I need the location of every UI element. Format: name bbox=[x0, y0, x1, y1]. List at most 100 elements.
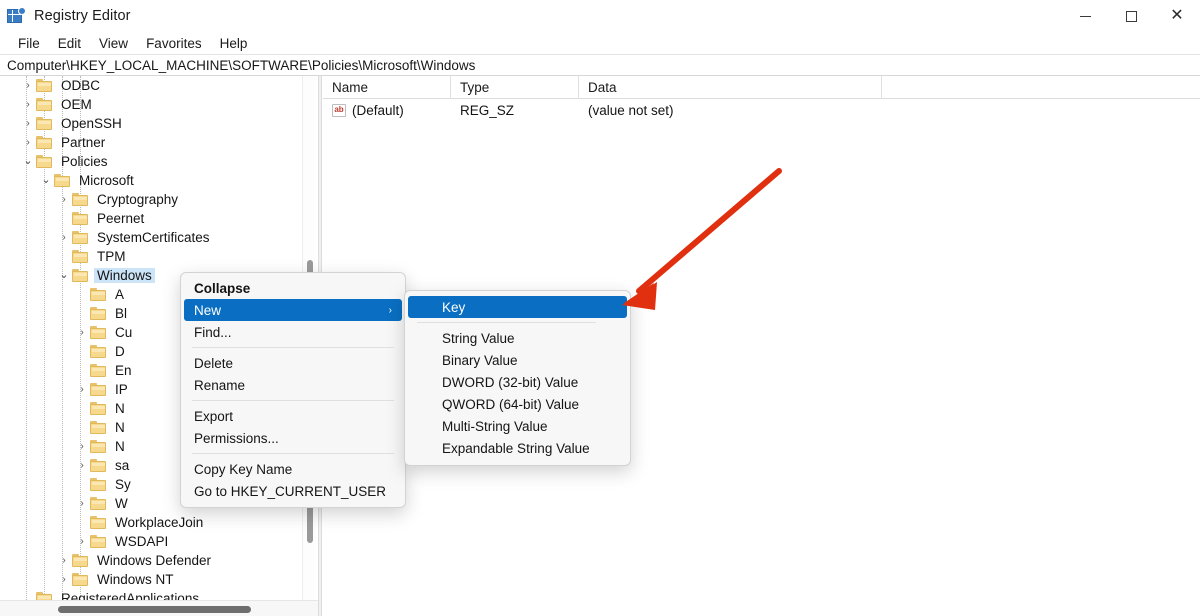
tree-item[interactable]: · TPM bbox=[0, 247, 300, 266]
table-row[interactable]: ab (Default) REG_SZ (value not set) bbox=[323, 99, 1200, 121]
context-menu[interactable]: Collapse New › Find... Delete Rename Export Per… bbox=[180, 272, 406, 508]
new-submenu[interactable]: Key String Value Binary Value DWORD (32-bit… bbox=[404, 290, 631, 466]
folder-icon bbox=[90, 497, 107, 510]
tree-item-label: N bbox=[115, 420, 125, 435]
context-menu-item-label: Export bbox=[194, 408, 234, 424]
menu-help[interactable]: Help bbox=[211, 34, 257, 53]
address-bar[interactable]: Computer\HKEY_LOCAL_MACHINE\SOFTWARE\Pol… bbox=[0, 54, 1200, 76]
chevron-right-icon[interactable]: › bbox=[20, 76, 36, 95]
tree-item[interactable]: › ODBC bbox=[0, 76, 300, 95]
folder-icon bbox=[72, 554, 89, 567]
chevron-right-icon[interactable]: › bbox=[56, 551, 72, 570]
tree-item[interactable]: ⌄ Policies bbox=[0, 152, 300, 171]
menu-separator bbox=[417, 322, 596, 323]
context-menu-item[interactable]: New › bbox=[184, 299, 402, 321]
chevron-right-icon[interactable]: › bbox=[74, 380, 90, 399]
submenu-item[interactable]: QWORD (64-bit) Value bbox=[405, 393, 630, 415]
minimize-button[interactable] bbox=[1062, 0, 1108, 32]
tree-item[interactable]: › WSDAPI bbox=[0, 532, 300, 551]
tree-item-label: Peernet bbox=[97, 211, 145, 226]
context-menu-item[interactable]: Rename bbox=[181, 374, 405, 396]
tree-item-label: Bl bbox=[115, 306, 128, 321]
context-menu-item-label: Collapse bbox=[194, 280, 251, 296]
context-menu-item[interactable]: Go to HKEY_CURRENT_USER bbox=[181, 480, 405, 502]
chevron-right-icon[interactable]: › bbox=[56, 228, 72, 247]
chevron-down-icon[interactable]: ⌄ bbox=[56, 266, 72, 285]
submenu-item[interactable]: Key bbox=[408, 296, 627, 318]
chevron-right-icon[interactable]: › bbox=[56, 570, 72, 589]
string-value-icon: ab bbox=[332, 103, 346, 117]
tree-horizontal-scrollbar[interactable] bbox=[0, 600, 318, 616]
tree-item[interactable]: › Cryptography bbox=[0, 190, 300, 209]
tree-item[interactable]: · Peernet bbox=[0, 209, 300, 228]
tree-horizontal-scroll-thumb[interactable] bbox=[58, 606, 251, 613]
folder-icon bbox=[36, 98, 53, 111]
column-header-data[interactable]: Data bbox=[579, 76, 882, 99]
context-menu-item[interactable]: Delete bbox=[181, 352, 405, 374]
chevron-right-icon[interactable]: › bbox=[74, 437, 90, 456]
chevron-placeholder-icon: · bbox=[74, 418, 90, 437]
tree-item[interactable]: › OEM bbox=[0, 95, 300, 114]
context-menu-item[interactable]: Collapse bbox=[181, 277, 405, 299]
submenu-item[interactable]: String Value bbox=[405, 327, 630, 349]
submenu-item-label: DWORD (32-bit) Value bbox=[442, 374, 579, 390]
value-name-cell: ab (Default) bbox=[323, 103, 451, 118]
menu-file[interactable]: File bbox=[9, 34, 49, 53]
context-menu-item-label: Copy Key Name bbox=[194, 461, 293, 477]
submenu-item[interactable]: Multi-String Value bbox=[405, 415, 630, 437]
submenu-item[interactable]: DWORD (32-bit) Value bbox=[405, 371, 630, 393]
context-menu-item[interactable]: Permissions... bbox=[181, 427, 405, 449]
chevron-right-icon[interactable]: › bbox=[20, 133, 36, 152]
maximize-button[interactable] bbox=[1108, 0, 1154, 32]
tree-item[interactable]: › Partner bbox=[0, 133, 300, 152]
context-menu-item-label: Delete bbox=[194, 355, 234, 371]
submenu-item[interactable]: Binary Value bbox=[405, 349, 630, 371]
tree-item[interactable]: › Windows NT bbox=[0, 570, 300, 589]
chevron-placeholder-icon: · bbox=[74, 304, 90, 323]
tree-item[interactable]: · WorkplaceJoin bbox=[0, 513, 300, 532]
tree-item[interactable]: › OpenSSH bbox=[0, 114, 300, 133]
chevron-down-icon[interactable]: ⌄ bbox=[38, 171, 54, 190]
tree-item[interactable]: › SystemCertificates bbox=[0, 228, 300, 247]
title-bar: Registry Editor ✕ bbox=[0, 0, 1200, 32]
menu-favorites[interactable]: Favorites bbox=[137, 34, 211, 53]
close-button[interactable]: ✕ bbox=[1154, 0, 1200, 32]
column-header-name[interactable]: Name bbox=[323, 76, 451, 99]
chevron-right-icon[interactable]: › bbox=[56, 190, 72, 209]
submenu-item[interactable]: Expandable String Value bbox=[405, 437, 630, 459]
chevron-placeholder-icon: · bbox=[74, 342, 90, 361]
tree-item[interactable]: ⌄ Microsoft bbox=[0, 171, 300, 190]
chevron-down-icon[interactable]: ⌄ bbox=[20, 152, 36, 171]
folder-icon bbox=[72, 231, 89, 244]
folder-icon bbox=[54, 174, 71, 187]
folder-icon bbox=[90, 326, 107, 339]
context-menu-item-label: Permissions... bbox=[194, 430, 279, 446]
chevron-right-icon[interactable]: › bbox=[74, 456, 90, 475]
chevron-right-icon[interactable]: › bbox=[20, 95, 36, 114]
context-menu-item[interactable]: Copy Key Name bbox=[181, 458, 405, 480]
folder-icon bbox=[36, 155, 53, 168]
tree-item[interactable]: · RegisteredApplications bbox=[0, 589, 300, 600]
menu-view[interactable]: View bbox=[90, 34, 137, 53]
folder-icon bbox=[72, 269, 89, 282]
chevron-right-icon[interactable]: › bbox=[74, 532, 90, 551]
context-menu-item[interactable]: Find... bbox=[181, 321, 405, 343]
chevron-right-icon[interactable]: › bbox=[74, 494, 90, 513]
menu-bar: File Edit View Favorites Help bbox=[0, 32, 1200, 54]
column-header-type[interactable]: Type bbox=[451, 76, 579, 99]
tree-item-label: W bbox=[115, 496, 128, 511]
tree-item-label: SystemCertificates bbox=[97, 230, 210, 245]
tree-item-label: ODBC bbox=[61, 78, 101, 93]
chevron-placeholder-icon: · bbox=[74, 361, 90, 380]
tree-item-label: OEM bbox=[61, 97, 92, 112]
menu-edit[interactable]: Edit bbox=[49, 34, 90, 53]
folder-icon bbox=[90, 364, 107, 377]
tree-item-label: Windows NT bbox=[97, 572, 174, 587]
folder-icon bbox=[36, 117, 53, 130]
tree-item[interactable]: › Windows Defender bbox=[0, 551, 300, 570]
folder-icon bbox=[90, 535, 107, 548]
chevron-right-icon[interactable]: › bbox=[20, 114, 36, 133]
folder-icon bbox=[90, 307, 107, 320]
context-menu-item[interactable]: Export bbox=[181, 405, 405, 427]
chevron-right-icon[interactable]: › bbox=[74, 323, 90, 342]
